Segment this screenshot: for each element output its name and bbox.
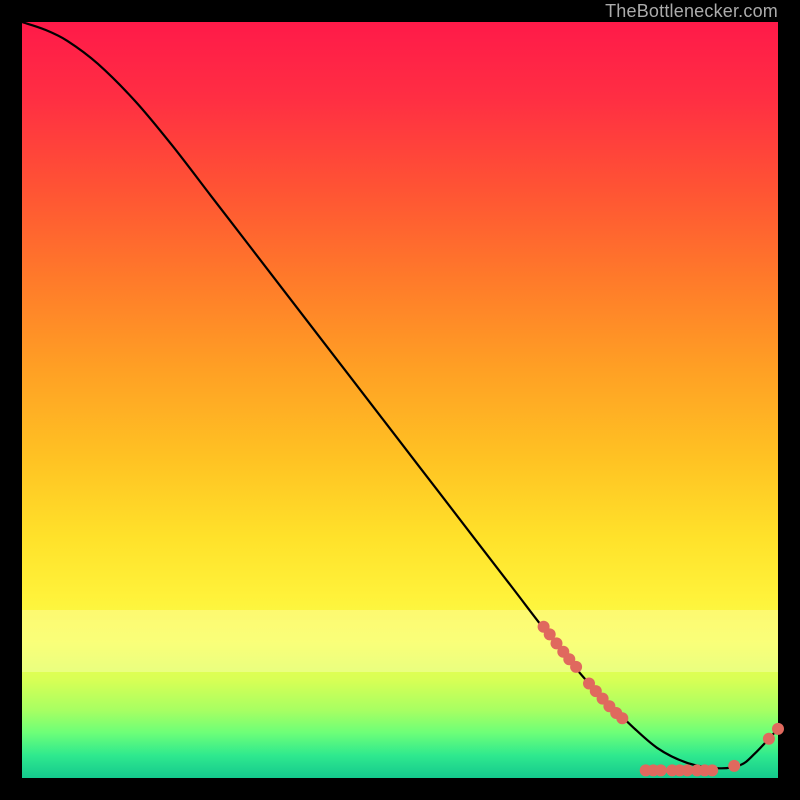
- data-point: [763, 733, 775, 745]
- bottleneck-curve: [22, 22, 778, 768]
- data-point: [706, 764, 718, 776]
- chart-overlay: [0, 0, 800, 800]
- chart-stage: TheBottlenecker.com: [0, 0, 800, 800]
- data-point: [772, 723, 784, 735]
- data-points: [538, 621, 784, 777]
- data-point: [655, 764, 667, 776]
- data-point: [728, 760, 740, 772]
- data-point: [570, 661, 582, 673]
- data-point: [616, 712, 628, 724]
